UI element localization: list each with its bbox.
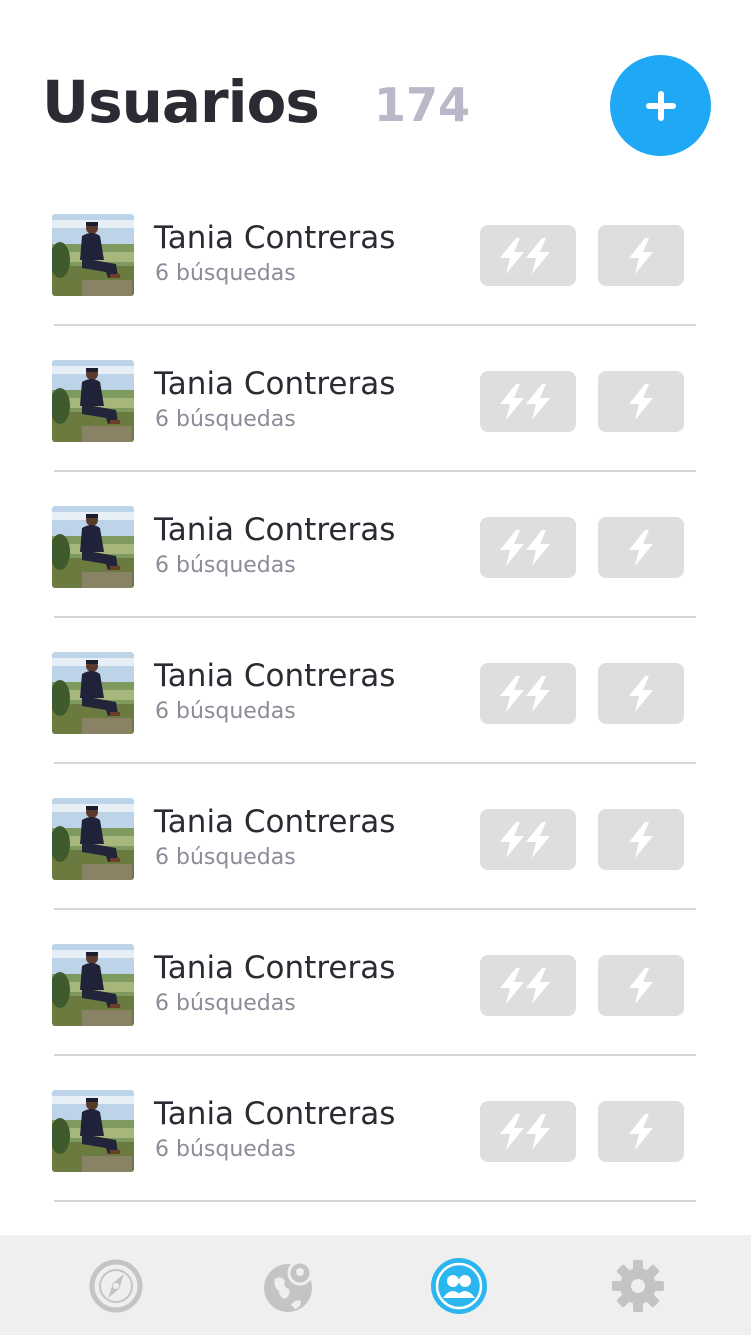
avatar	[52, 798, 134, 880]
bolt-icon	[629, 821, 653, 858]
boost-button[interactable]	[598, 371, 684, 432]
user-search-count: 6 búsquedas	[155, 991, 296, 1016]
map-pin-globe-icon	[264, 1260, 313, 1312]
user-name: Tania Contreras	[154, 658, 396, 694]
double-boost-button[interactable]	[480, 809, 576, 870]
page-title: Usuarios	[42, 68, 320, 136]
add-user-button[interactable]	[610, 55, 711, 156]
double-boost-button[interactable]	[480, 225, 576, 286]
list-item[interactable]: Tania Contreras 6 búsquedas	[0, 180, 751, 326]
users-screen: Usuarios 174 Tania Contreras 6 búsquedas…	[0, 0, 751, 1335]
boost-button[interactable]	[598, 1101, 684, 1162]
user-name: Tania Contreras	[154, 512, 396, 548]
double-boost-button[interactable]	[480, 663, 576, 724]
user-search-count: 6 búsquedas	[155, 553, 296, 578]
list-item[interactable]: Tania Contreras 6 búsquedas	[0, 326, 751, 472]
user-search-count: 6 búsquedas	[155, 699, 296, 724]
boost-button[interactable]	[598, 663, 684, 724]
nav-explore[interactable]	[87, 1257, 145, 1315]
avatar	[52, 360, 134, 442]
user-search-count: 6 búsquedas	[155, 845, 296, 870]
boost-button[interactable]	[598, 955, 684, 1016]
nav-settings[interactable]	[609, 1257, 667, 1315]
avatar	[52, 944, 134, 1026]
double-boost-button[interactable]	[480, 371, 576, 432]
double-bolt-icon	[500, 383, 550, 420]
avatar	[52, 652, 134, 734]
user-search-count: 6 búsquedas	[155, 261, 296, 286]
boost-button[interactable]	[598, 225, 684, 286]
double-bolt-icon	[500, 967, 550, 1004]
bolt-icon	[629, 675, 653, 712]
user-name: Tania Contreras	[154, 804, 396, 840]
user-search-count: 6 búsquedas	[155, 407, 296, 432]
boost-button[interactable]	[598, 809, 684, 870]
nav-map[interactable]	[261, 1257, 319, 1315]
user-count: 174	[374, 78, 471, 132]
list-item[interactable]: Tania Contreras 6 búsquedas	[0, 910, 751, 1056]
list-item[interactable]: Tania Contreras 6 búsquedas	[0, 618, 751, 764]
user-name: Tania Contreras	[154, 950, 396, 986]
double-boost-button[interactable]	[480, 1101, 576, 1162]
plus-icon	[645, 90, 676, 121]
gear-icon	[612, 1260, 664, 1312]
double-bolt-icon	[500, 237, 550, 274]
double-bolt-icon	[500, 821, 550, 858]
boost-button[interactable]	[598, 517, 684, 578]
list-item[interactable]: Tania Contreras 6 búsquedas	[0, 764, 751, 910]
user-search-count: 6 búsquedas	[155, 1137, 296, 1162]
user-list: Tania Contreras 6 búsquedas Tania Contre…	[0, 180, 751, 1202]
user-name: Tania Contreras	[154, 366, 396, 402]
double-bolt-icon	[500, 529, 550, 566]
user-name: Tania Contreras	[154, 1096, 396, 1132]
bottom-nav	[0, 1235, 751, 1335]
divider	[54, 1200, 696, 1202]
double-bolt-icon	[500, 675, 550, 712]
bolt-icon	[629, 967, 653, 1004]
nav-users[interactable]	[430, 1257, 488, 1315]
bolt-icon	[629, 1113, 653, 1150]
user-name: Tania Contreras	[154, 220, 396, 256]
avatar	[52, 1090, 134, 1172]
list-item[interactable]: Tania Contreras 6 búsquedas	[0, 1056, 751, 1202]
compass-icon	[89, 1259, 143, 1313]
double-bolt-icon	[500, 1113, 550, 1150]
double-boost-button[interactable]	[480, 517, 576, 578]
bolt-icon	[629, 237, 653, 274]
bolt-icon	[629, 383, 653, 420]
double-boost-button[interactable]	[480, 955, 576, 1016]
list-item[interactable]: Tania Contreras 6 búsquedas	[0, 472, 751, 618]
users-icon	[431, 1258, 487, 1314]
avatar	[52, 506, 134, 588]
bolt-icon	[629, 529, 653, 566]
avatar	[52, 214, 134, 296]
header: Usuarios 174	[0, 0, 751, 190]
